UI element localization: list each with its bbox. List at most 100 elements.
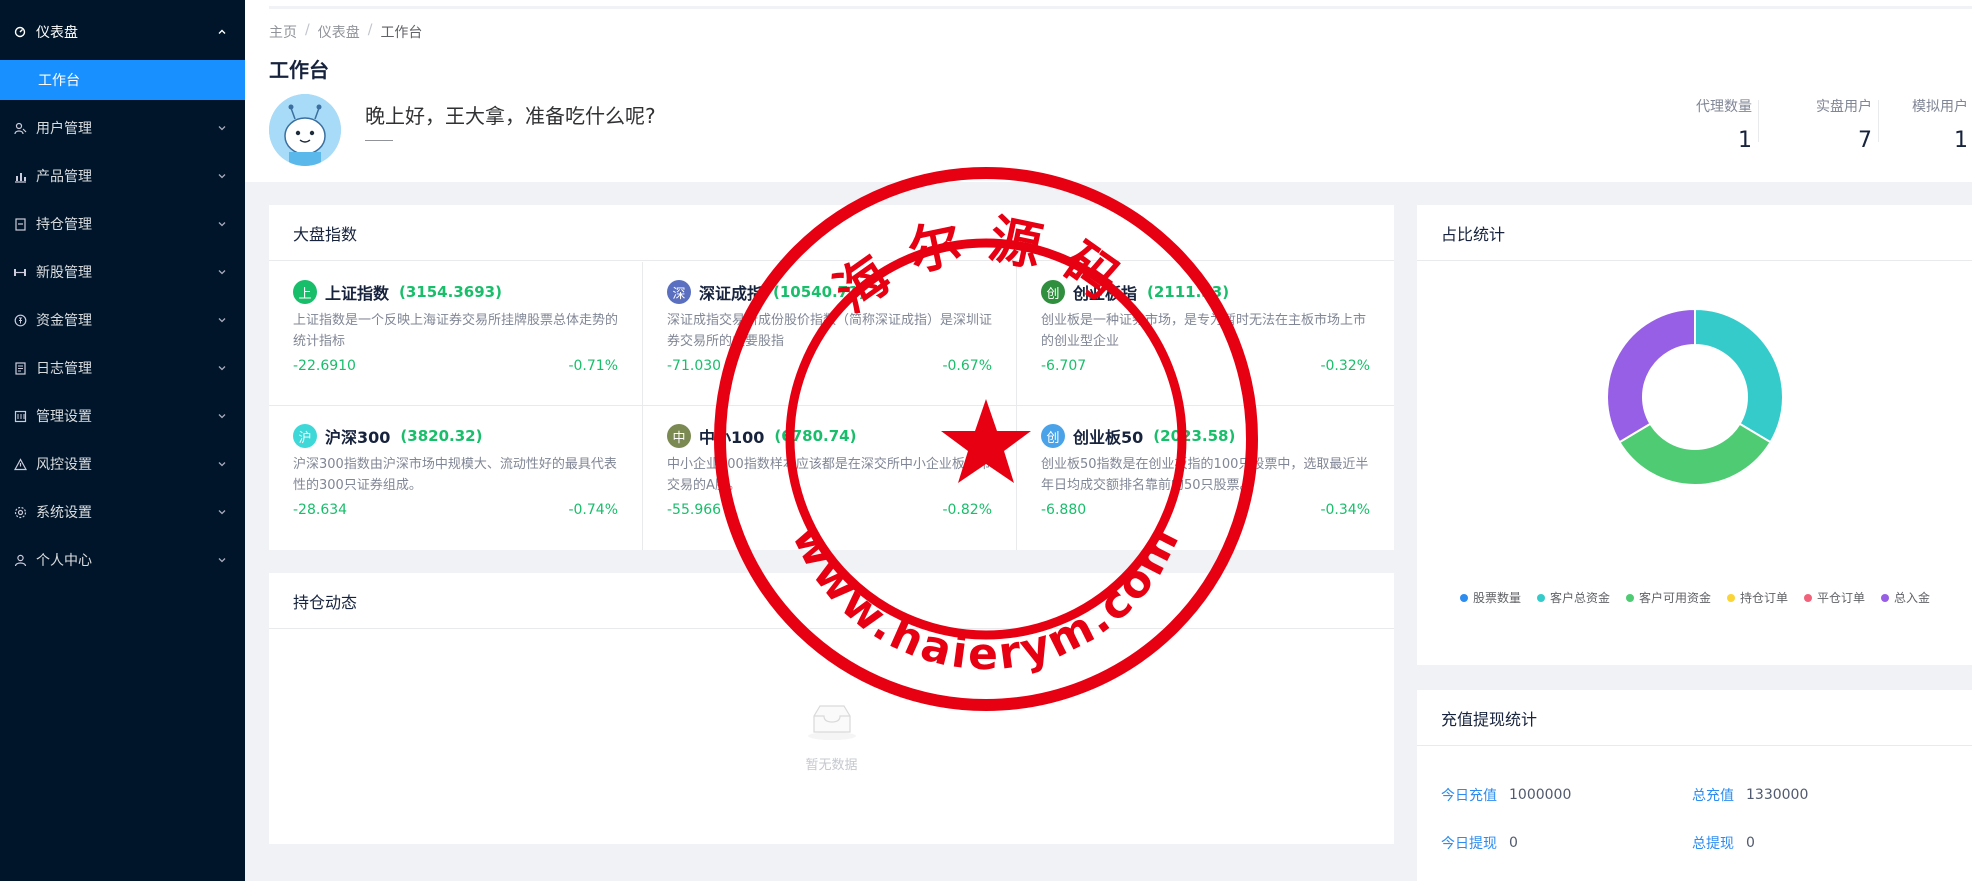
index-description: 创业板50指数是在创业板指的100只股票中，选取最近半年日均成交额排名靠前的50…	[1041, 457, 1369, 493]
index-percent: -0.71%	[568, 358, 618, 374]
legend-label: 总入金	[1894, 591, 1931, 605]
card-title: 持仓动态	[269, 573, 1394, 629]
fund-row-total-recharge: 总充值 1330000	[1692, 785, 1808, 805]
card-title: 占比统计	[1417, 205, 1972, 261]
fund-label[interactable]: 今日提现	[1441, 833, 1497, 853]
fund-label[interactable]: 总提现	[1692, 833, 1734, 853]
index-item[interactable]: 深 深证成指 (10540.71) 深证成指交易所成份股价指数（简称深证成指）是…	[643, 262, 1017, 406]
fund-value: 1330000	[1746, 787, 1809, 803]
chevron-down-icon	[217, 507, 227, 517]
stat-label: 实盘用户	[1816, 99, 1872, 115]
legend-item[interactable]: 股票数量	[1459, 589, 1521, 606]
greeting-underline	[365, 140, 393, 141]
legend-item[interactable]: 客户总资金	[1536, 589, 1610, 606]
index-change: -71.030	[667, 358, 722, 374]
index-percent: -0.82%	[942, 502, 992, 518]
index-percent: -0.74%	[568, 502, 618, 518]
avatar	[269, 94, 341, 166]
sidebar-subitem-label: 工作台	[38, 73, 80, 89]
legend-label: 平仓订单	[1817, 591, 1866, 605]
index-badge: 沪	[293, 424, 317, 448]
donut-slice-6[interactable]	[1606, 307, 1696, 444]
index-item[interactable]: 上 上证指数 (3154.3693) 上证指数是一个反映上海证券交易所挂牌股票总…	[269, 262, 643, 406]
index-change: -6.880	[1041, 502, 1087, 518]
stat-value: 1	[1954, 128, 1968, 153]
donut-slice-3[interactable]	[1618, 422, 1772, 487]
legend-item[interactable]: 持仓订单	[1727, 589, 1788, 606]
chevron-down-icon	[217, 315, 227, 325]
stat-divider	[1878, 100, 1879, 142]
fund-value: 0	[1509, 835, 1518, 851]
dashboard-icon	[12, 24, 28, 40]
index-price: (2111.33)	[1147, 283, 1230, 301]
sidebar-item-products[interactable]: 产品管理	[0, 152, 245, 200]
donut-slice-2[interactable]	[1694, 307, 1784, 444]
sidebar-item-logs[interactable]: 日志管理	[0, 344, 245, 392]
fund-row-today-recharge: 今日充值 1000000	[1441, 785, 1571, 805]
holdings-card: 持仓动态 暂无数据	[269, 573, 1394, 844]
users-icon	[12, 120, 28, 136]
sidebar-item-personal-center[interactable]: 个人中心	[0, 536, 245, 584]
fund-label[interactable]: 总充值	[1692, 785, 1734, 805]
index-name: 创业板50	[1073, 428, 1144, 447]
index-price: (6780.74)	[774, 427, 857, 445]
index-item[interactable]: 沪 沪深300 (3820.32) 沪深300指数由沪深市场中规模大、流动性好的…	[269, 406, 643, 550]
index-item[interactable]: 创 创业板指 (2111.33) 创业板是一种证券市场，是专为暂时无法在主板市场…	[1017, 262, 1394, 406]
legend-label: 持仓订单	[1740, 591, 1789, 605]
legend-item[interactable]: 总入金	[1881, 589, 1930, 606]
gear-icon	[12, 504, 28, 520]
index-description: 创业板是一种证券市场，是专为暂时无法在主板市场上市的创业型企业	[1041, 313, 1367, 349]
legend-item[interactable]: 平仓订单	[1804, 589, 1865, 606]
fund-value: 0	[1746, 835, 1755, 851]
stat-label: 代理数量	[1696, 99, 1752, 115]
sidebar-item-positions[interactable]: 持仓管理	[0, 200, 245, 248]
fund-row-today-withdraw: 今日提现 0	[1441, 833, 1518, 853]
sidebar-item-ipo[interactable]: 新股管理	[0, 248, 245, 296]
sidebar-item-users[interactable]: 用户管理	[0, 104, 245, 152]
index-item[interactable]: 中 中小100 (6780.74) 中小企业100指数样本应该都是在深交所中小企…	[643, 406, 1017, 550]
chevron-down-icon	[217, 363, 227, 373]
chevron-down-icon	[217, 411, 227, 421]
index-badge: 上	[293, 280, 317, 304]
sidebar-item-label: 新股管理	[36, 265, 92, 281]
money-icon	[12, 312, 28, 328]
sidebar-item-label: 系统设置	[36, 505, 92, 521]
sidebar-item-label: 个人中心	[36, 553, 92, 569]
sidebar-item-label: 仪表盘	[36, 25, 78, 41]
index-badge: 创	[1041, 280, 1065, 304]
legend-dot-icon	[1459, 593, 1468, 602]
position-icon	[12, 216, 28, 232]
index-description: 上证指数是一个反映上海证券交易所挂牌股票总体走势的统计指标	[293, 313, 618, 349]
index-name: 深证成指	[699, 284, 764, 303]
chevron-down-icon	[217, 555, 227, 565]
sidebar-subitem-workbench[interactable]: 工作台	[0, 60, 245, 100]
breadcrumb-home[interactable]: 主页	[269, 22, 297, 42]
admin-settings-icon	[12, 408, 28, 424]
greeting-text: 晚上好，王大拿，准备吃什么呢?	[365, 104, 656, 128]
sidebar-item-risk-settings[interactable]: 风控设置	[0, 440, 245, 488]
index-change: -28.634	[293, 502, 348, 518]
card-title: 充值提现统计	[1417, 690, 1972, 746]
log-icon	[12, 360, 28, 376]
ratio-chart-card: 占比统计 股票数量 客户总资金 客户可用资金 持仓订单 平仓订单 总入金	[1417, 205, 1972, 665]
sidebar-item-system-settings[interactable]: 系统设置	[0, 488, 245, 536]
donut-chart	[1606, 307, 1784, 487]
sidebar-item-label: 资金管理	[36, 313, 92, 329]
stat-agent-count: 代理数量 1	[1652, 96, 1752, 153]
index-change: -6.707	[1041, 358, 1087, 374]
market-index-card: 大盘指数 上 上证指数 (3154.3693) 上证指数是一个反映上海证券交易所…	[269, 205, 1394, 550]
breadcrumb-parent[interactable]: 仪表盘	[318, 22, 360, 42]
sidebar-item-funds[interactable]: 资金管理	[0, 296, 245, 344]
legend-item[interactable]: 客户可用资金	[1625, 589, 1711, 606]
fund-label[interactable]: 今日充值	[1441, 785, 1497, 805]
index-description: 沪深300指数由沪深市场中规模大、流动性好的最具代表性的300只证券组成。	[293, 457, 617, 493]
sidebar-item-label: 持仓管理	[36, 217, 92, 233]
sidebar-item-label: 日志管理	[36, 361, 92, 377]
breadcrumb: 主页 / 仪表盘 / 工作台	[269, 22, 422, 42]
index-item[interactable]: 创 创业板50 (2023.58) 创业板50指数是在创业板指的100只股票中，…	[1017, 406, 1394, 550]
index-grid: 上 上证指数 (3154.3693) 上证指数是一个反映上海证券交易所挂牌股票总…	[269, 262, 1394, 550]
sidebar-item-dashboard[interactable]: 仪表盘	[0, 8, 245, 56]
index-price: (2023.58)	[1153, 427, 1236, 445]
fund-row-total-withdraw: 总提现 0	[1692, 833, 1755, 853]
sidebar-item-admin-settings[interactable]: 管理设置	[0, 392, 245, 440]
